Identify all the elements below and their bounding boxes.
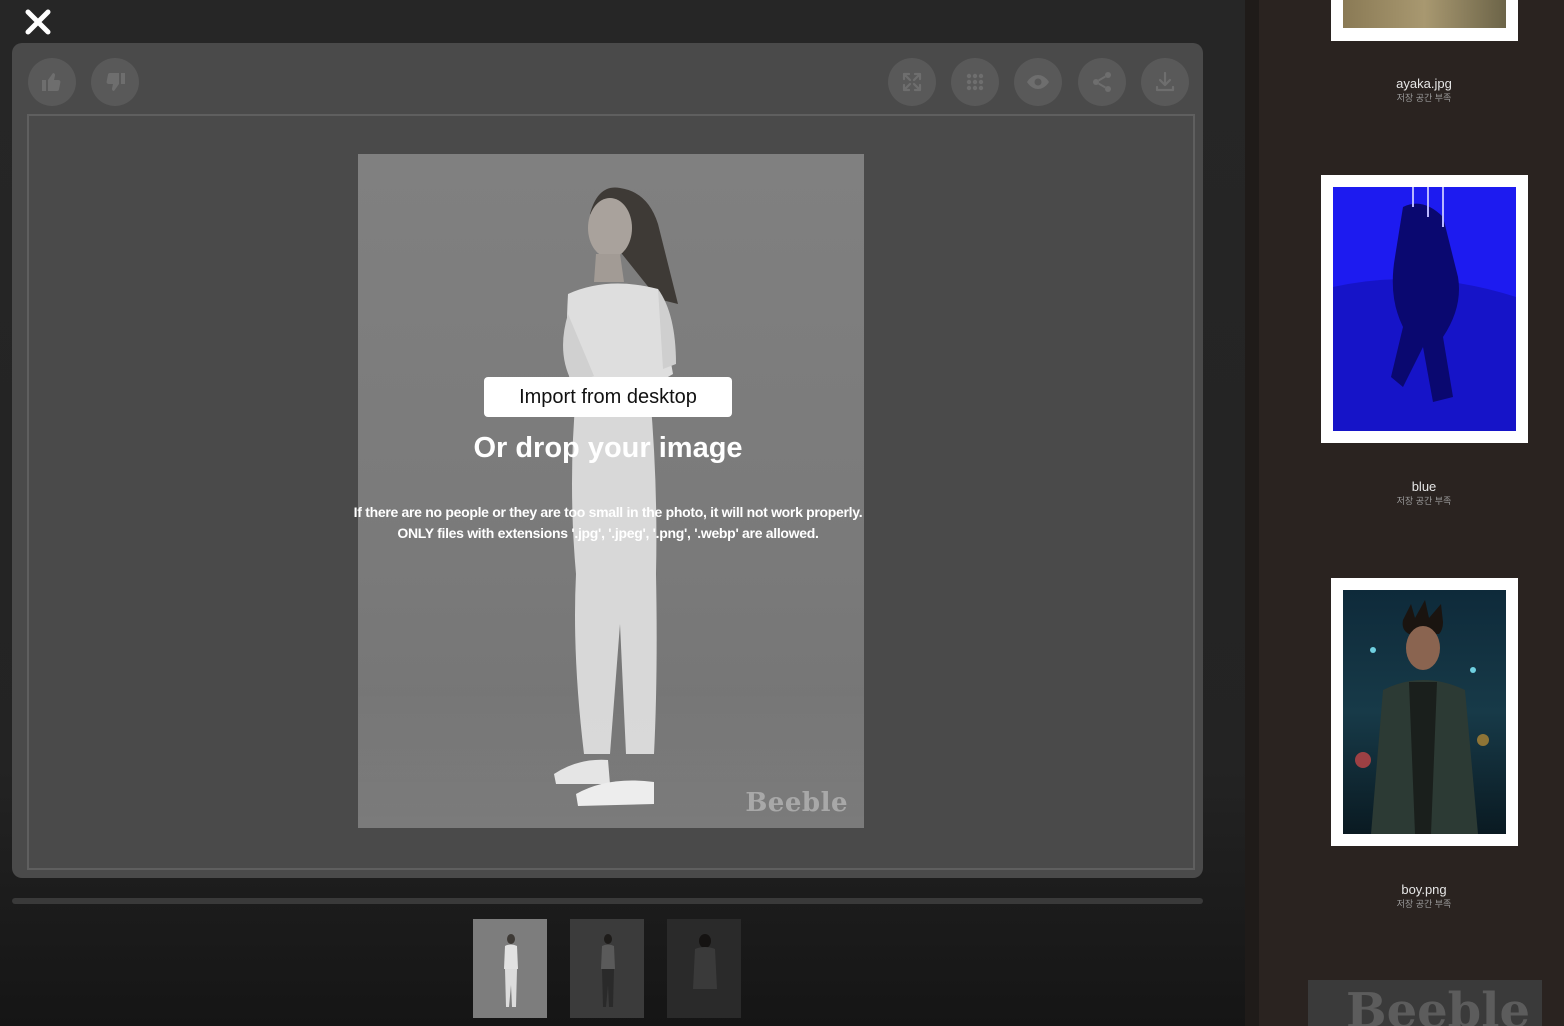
editor-modal: Beeble Import from desktop Or drop your … [0,0,1245,1026]
thumbs-down-icon [106,72,125,92]
thumbs-up-icon [42,72,61,92]
boy-figure-image [1355,600,1489,834]
close-icon [25,9,51,35]
gallery-card-boy[interactable] [1331,578,1518,846]
like-button[interactable] [28,58,76,106]
thumbnail-1[interactable] [473,919,547,1018]
gallery-image-boy [1343,590,1506,834]
brand-logo-text: Beeble [1346,983,1530,1026]
gallery-filename: ayaka.jpg [1396,76,1452,91]
preview-button[interactable] [1014,58,1062,106]
gallery-filename: blue [1411,479,1437,494]
fullscreen-button[interactable] [888,58,936,106]
horizontal-scrollbar[interactable] [12,898,1203,904]
fullscreen-icon [902,72,922,92]
gallery-image-blue [1333,187,1516,431]
gallery-sidebar [1245,0,1564,1026]
gallery-status: 저장 공간 부족 [1396,93,1452,103]
blue-figure-image [1333,187,1516,431]
gallery-filename: boy.png [1401,882,1447,897]
close-button[interactable] [22,6,54,38]
thumbnail-3-image [693,934,717,989]
gallery-status: 저장 공간 부족 [1396,899,1452,909]
dislike-button[interactable] [91,58,139,106]
thumbnail-2[interactable] [570,919,644,1018]
gallery-caption-ayaka: ayaka.jpg 저장 공간 부족 [1324,76,1524,104]
upload-notice: If there are no people or they are too s… [300,502,916,544]
eye-icon [1027,75,1049,89]
thumbnail-1-image [504,934,518,1007]
gallery-status: 저장 공간 부족 [1396,496,1452,506]
sidebar-divider [1245,0,1259,1026]
preview-image: Beeble [358,154,864,828]
thumbnail-3[interactable] [667,919,741,1018]
download-button[interactable] [1141,58,1189,106]
gallery-card-blue[interactable] [1321,175,1528,443]
gallery-card-ayaka[interactable] [1331,0,1518,41]
share-icon [1093,72,1111,92]
gallery-caption-blue: blue 저장 공간 부족 [1324,479,1524,507]
gallery-caption-boy: boy.png 저장 공간 부족 [1324,882,1524,910]
watermark-logo: Beeble [745,788,848,818]
drop-image-title: Or drop your image [473,432,743,464]
share-button[interactable] [1078,58,1126,106]
grid-icon [966,73,984,91]
brand-logo: Beeble [1308,980,1542,1026]
import-from-desktop-button[interactable]: Import from desktop [484,377,732,417]
thumbnail-2-image [601,934,615,1007]
notice-people: If there are no people or they are too s… [353,504,863,520]
download-icon [1155,71,1175,92]
notice-extensions: ONLY files with extensions '.jpg', '.jpe… [397,525,819,541]
grid-button[interactable] [951,58,999,106]
gallery-image-ayaka [1343,0,1506,28]
